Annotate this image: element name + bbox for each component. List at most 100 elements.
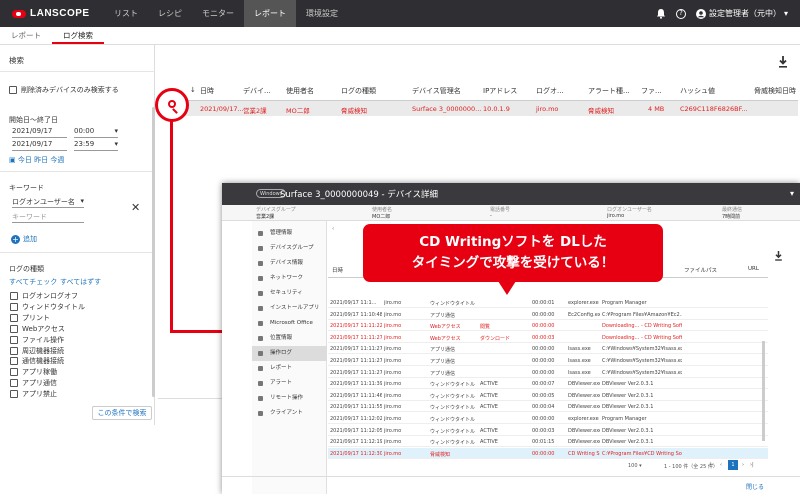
detail-magnifier-button[interactable]	[155, 88, 189, 122]
nav-item-recipe[interactable]: レシピ	[148, 0, 192, 27]
chevron-down-icon[interactable]: ▾	[790, 189, 794, 198]
log-type-item[interactable]: ファイル操作	[10, 335, 85, 346]
column-header-url[interactable]: URL	[748, 266, 759, 272]
checkbox[interactable]	[10, 292, 18, 300]
logo[interactable]: LANSCOPE	[12, 8, 92, 19]
side-item-client[interactable]: クライアント	[252, 406, 327, 421]
quick-link-today[interactable]: 今日	[18, 156, 32, 164]
close-button[interactable]: 閉じる	[746, 482, 764, 491]
back-icon[interactable]: ‹	[332, 226, 334, 232]
side-item-device-group[interactable]: デバイスグループ	[252, 241, 327, 256]
log-type-item[interactable]: ログオンログオフ	[10, 291, 85, 302]
last-page-icon[interactable]: ›|	[750, 462, 754, 468]
help-icon[interactable]: ?	[675, 8, 686, 19]
log-type-item[interactable]: Webアクセス	[10, 324, 85, 335]
side-item-device-info[interactable]: デバイス情報	[252, 256, 327, 271]
add-keyword-button[interactable]: + 追加	[11, 234, 37, 244]
uncheck-all-link[interactable]: すべてはずす	[60, 277, 101, 287]
side-item-location[interactable]: 位置情報	[252, 331, 327, 346]
deleted-only-option[interactable]: 削除済みデバイスのみ検索する	[9, 85, 119, 95]
table-row[interactable]: 2021/09/17 11:11:22 jiro.mo Webアクセス 閲覧 00:00…	[328, 320, 768, 332]
tab-log-search[interactable]: ログ検索	[52, 27, 104, 44]
checkbox[interactable]	[10, 324, 18, 333]
side-item-management[interactable]: 管理情報	[252, 226, 327, 241]
checkbox[interactable]	[10, 335, 18, 344]
table-row[interactable]: 2021/09/17 11:12:30 jiro.mo 脅威検知 00:00:00 CD…	[328, 447, 768, 459]
table-row[interactable]: 2021/09/17 11:11:55 jiro.mo ウィンドウタイトル ACTIV…	[328, 401, 768, 413]
nav-item-list[interactable]: リスト	[104, 0, 148, 27]
checkbox[interactable]	[10, 357, 18, 366]
log-type-item[interactable]: 通信機器接続	[10, 356, 85, 367]
side-item-installed-apps[interactable]: インストールアプリ	[252, 301, 327, 316]
scrollbar[interactable]	[152, 107, 155, 397]
checkbox[interactable]	[10, 302, 18, 311]
table-row[interactable]: 2021/09/17 11:12:19 jiro.mo ウィンドウタイトル ACTIV…	[328, 436, 768, 448]
download-icon[interactable]	[778, 56, 788, 68]
log-type-item[interactable]: アプリ稼働	[10, 367, 85, 378]
deleted-only-checkbox[interactable]	[9, 86, 17, 94]
table-row[interactable]: 2021/09/17 11:11:46 jiro.mo ウィンドウタイトル ACTIV…	[328, 390, 768, 401]
side-item-remote[interactable]: リモート操作	[252, 391, 327, 406]
table-row[interactable]: 2021/09/17 11:11:27 jiro.mo アプリ通信 00:00:00 l…	[328, 355, 768, 366]
column-header-alert-type[interactable]: アラート種...	[588, 86, 630, 96]
column-header-log-type[interactable]: ログの種類	[341, 86, 376, 96]
sort-arrow-icon[interactable]: ↓	[190, 86, 196, 94]
checkbox[interactable]	[10, 368, 18, 377]
side-item-alert[interactable]: アラート	[252, 376, 327, 391]
close-icon[interactable]: ✕	[131, 201, 140, 214]
nav-item-report[interactable]: レポート	[244, 0, 296, 27]
table-row[interactable]: 2021/09/17 11:12:05 jiro.mo ウィンドウタイトル ACTIV…	[328, 425, 768, 436]
column-header-user[interactable]: 使用者名	[286, 86, 314, 96]
page-size-select[interactable]: 100 ▾	[628, 463, 642, 469]
end-date-field[interactable]: 2021/09/17	[12, 140, 67, 151]
column-header-ip[interactable]: IPアドレス	[483, 86, 517, 96]
current-page[interactable]: 1	[728, 460, 738, 470]
log-type-item[interactable]: プリント	[10, 313, 85, 324]
column-header-logon[interactable]: ログオ...	[536, 86, 564, 96]
download-icon[interactable]	[774, 251, 783, 261]
search-submit-button[interactable]: この条件で検索	[92, 406, 152, 420]
table-row[interactable]: 2021/09/17 11:10:48 jiro.mo アプリ通信 00:00:00 E…	[328, 309, 768, 320]
keyword-input[interactable]: キーワード	[12, 212, 84, 223]
column-header-hash[interactable]: ハッシュ値	[680, 86, 715, 96]
side-item-office[interactable]: Microsoft Office	[252, 316, 327, 331]
column-header-device-name[interactable]: デバイス管理名	[412, 86, 461, 96]
table-row[interactable]: 2021/09/17... 営業2課 MO二郎 脅威検知 Surface 3_0…	[158, 101, 798, 116]
user-menu[interactable]: 設定管理者（元中） ▾	[695, 8, 788, 19]
prev-page-icon[interactable]: ‹	[720, 462, 722, 468]
checkbox[interactable]	[10, 390, 18, 399]
nav-item-monitor[interactable]: モニター	[192, 0, 244, 27]
quick-link-this-week[interactable]: 今週	[50, 156, 64, 164]
log-type-item[interactable]: ウィンドウタイトル	[10, 302, 85, 313]
column-header-date[interactable]: 日時	[200, 86, 214, 96]
nav-item-settings[interactable]: 環境設定	[296, 0, 348, 27]
table-row[interactable]: 2021/09/17 11:11:39 jiro.mo ウィンドウタイトル ACTIV…	[328, 378, 768, 390]
column-header-date[interactable]: 日時	[332, 266, 343, 274]
checkbox[interactable]	[10, 379, 18, 388]
end-time-field[interactable]: 23:59 ▾	[74, 140, 118, 151]
check-all-link[interactable]: すべてチェック	[9, 277, 57, 287]
start-time-field[interactable]: 00:00 ▾	[74, 127, 118, 138]
log-type-item[interactable]: アプリ禁止	[10, 389, 85, 400]
column-header-file[interactable]: ファ...	[641, 86, 662, 96]
table-row[interactable]: 2021/09/17 11:1... jiro.mo ウィンドウタイトル 00:00:…	[328, 297, 768, 308]
quick-link-yesterday[interactable]: 昨日	[34, 156, 48, 164]
column-header-threat-date[interactable]: 脅威検知日時	[754, 86, 796, 96]
column-header-file-path[interactable]: ファイルパス	[684, 266, 717, 274]
side-item-security[interactable]: セキュリティ	[252, 286, 327, 301]
side-item-network[interactable]: ネットワーク	[252, 271, 327, 286]
bell-icon[interactable]	[656, 8, 666, 19]
side-item-operation-log[interactable]: 操作ログ	[252, 346, 327, 361]
log-type-item[interactable]: 周辺機器接続	[10, 346, 85, 357]
table-row[interactable]: 2021/09/17 11:12:02 jiro.mo ウィンドウタイトル 00:00…	[328, 413, 768, 424]
keyword-type-select[interactable]: ログオンユーザー名 ▾	[12, 197, 84, 208]
side-item-report[interactable]: レポート	[252, 361, 327, 376]
checkbox[interactable]	[10, 346, 18, 355]
scrollbar[interactable]	[762, 341, 765, 441]
table-row[interactable]: 2021/09/17 11:11:27 jiro.mo Webアクセス ダウンロード 0…	[328, 332, 768, 343]
table-row[interactable]: 2021/09/17 11:11:27 jiro.mo アプリ通信 00:00:00 l…	[328, 367, 768, 378]
table-row[interactable]: 2021/09/17 11:11:27 jiro.mo アプリ通信 00:00:00 l…	[328, 343, 768, 355]
log-type-item[interactable]: アプリ通信	[10, 378, 85, 389]
next-page-icon[interactable]: ›	[742, 462, 744, 468]
tab-report[interactable]: レポート	[0, 27, 52, 44]
